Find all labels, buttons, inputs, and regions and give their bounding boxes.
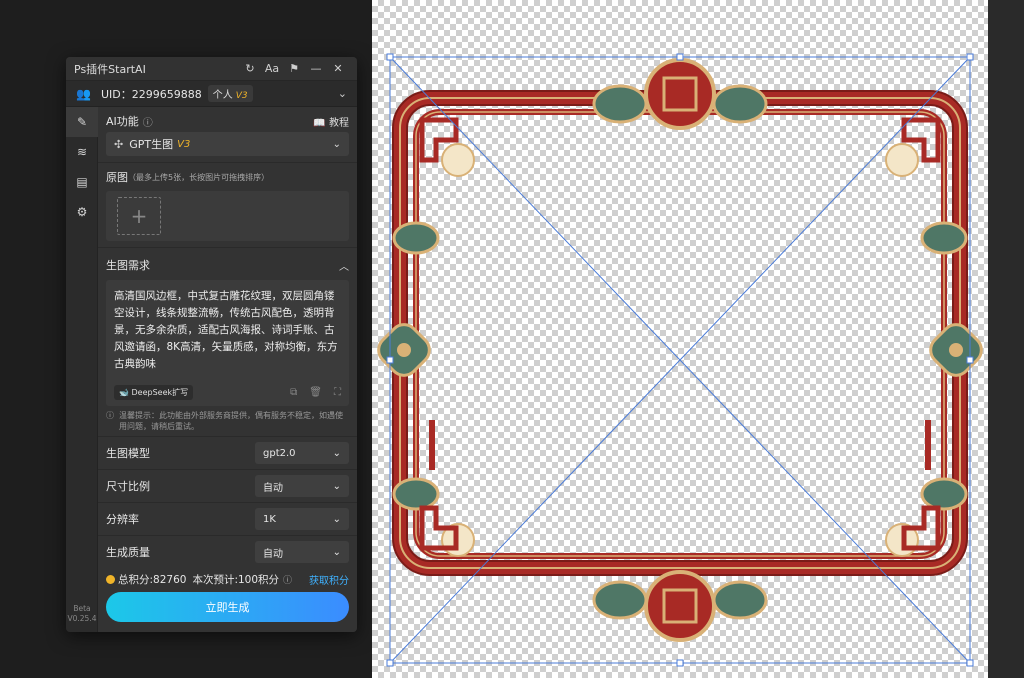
chevron-down-icon: ⌄ — [332, 138, 341, 150]
setting-value: 自动 — [263, 482, 283, 494]
canvas-right-gutter — [988, 0, 1024, 678]
setting-value: 1K — [263, 513, 276, 525]
resolution-select[interactable]: 1K ⌄ — [255, 508, 349, 530]
chevron-down-icon: ⌄ — [332, 447, 341, 459]
user-id: UID：2299659888 — [100, 87, 202, 101]
plan-tier: V3 — [235, 91, 248, 101]
layers-icon[interactable]: ≋ — [66, 137, 98, 167]
chevron-down-icon: ⌄ — [332, 480, 341, 492]
upload-plus-button[interactable]: + — [117, 197, 161, 235]
warning-tip: ⓘ 温馨提示：此功能由外部服务商提供，偶有服务不稳定，如遇使用问题，请稍后重试。 — [98, 406, 357, 436]
history-icon[interactable]: ⧉ — [290, 387, 297, 398]
setting-row-quality: 生成质量 自动 ⌄ — [98, 535, 357, 568]
panel-content: AI功能 ⓘ 📖 教程 ✣ GPT生图 V3 ⌄ 原图 （最多上传5张，长按图片… — [98, 107, 357, 632]
canvas-area[interactable] — [372, 0, 988, 678]
chevron-down-icon[interactable]: ⌄ — [338, 87, 347, 100]
get-points-link[interactable]: 获取积分 — [309, 572, 349, 587]
setting-value: 自动 — [263, 548, 283, 560]
prompt-label: 生图需求 — [106, 259, 150, 272]
setting-label: 生图模型 — [106, 447, 150, 460]
prompt-textarea[interactable]: 高清国风边框，中式复古雕花纹理，双层圆角镂空设计，线条规整流畅，传统古风配色，透… — [106, 280, 349, 406]
generate-button[interactable]: 立即生成 — [106, 592, 349, 622]
points-bar: 总积分:82760 本次预计:100积分 ⓘ 获取积分 — [98, 568, 357, 590]
plan-name: 个人 — [212, 90, 233, 101]
version-beta: Beta — [73, 604, 91, 613]
aspect-ratio-select[interactable]: 自动 ⌄ — [255, 475, 349, 497]
startai-plugin-panel: Ps插件StartAI ↻ Aa ⚑ — ✕ 👥 UID：2299659888 … — [66, 57, 357, 632]
setting-row-model: 生图模型 gpt2.0 ⌄ — [98, 436, 357, 469]
coin-icon — [106, 574, 115, 584]
setting-label: 生成质量 — [106, 546, 150, 559]
plan-badge: 个人 V3 — [207, 85, 253, 102]
chevron-down-icon: ⌄ — [332, 546, 341, 558]
settings-gear-icon[interactable]: ⚙ — [66, 197, 98, 227]
panel-titlebar: Ps插件StartAI ↻ Aa ⚑ — ✕ — [66, 57, 357, 81]
points-total: 总积分:82760 — [118, 573, 187, 586]
deepseek-label: DeepSeek扩写 — [131, 388, 189, 397]
prompt-toolbar: 🐋 DeepSeek扩写 ⧉ 🗑 ⛶ — [114, 385, 341, 400]
version-label: Beta V0.25.4 — [66, 604, 98, 624]
quality-select[interactable]: 自动 ⌄ — [255, 541, 349, 563]
chevron-up-icon[interactable]: ︿ — [339, 258, 349, 273]
expand-icon[interactable]: ⛶ — [334, 387, 341, 398]
side-rail: ✎ ≋ ▤ ⚙ Beta V0.25.4 — [66, 107, 98, 632]
pin-icon[interactable]: ⚑ — [283, 62, 305, 75]
divider — [98, 247, 357, 248]
image-upload-area: + — [106, 191, 349, 241]
info-icon[interactable]: ⓘ — [143, 114, 153, 129]
source-hint: （最多上传5张，长按图片可拖拽排序） — [128, 172, 270, 182]
panel-title: Ps插件StartAI — [74, 62, 146, 76]
setting-label: 尺寸比例 — [106, 480, 150, 493]
prompt-text: 高清国风边框，中式复古雕花纹理，双层圆角镂空设计，线条规整流畅，传统古风配色，透… — [114, 290, 338, 370]
ai-function-select[interactable]: ✣ GPT生图 V3 ⌄ — [106, 132, 349, 156]
chevron-down-icon: ⌄ — [332, 513, 341, 525]
points-estimate: 本次预计:100积分 — [192, 573, 280, 586]
user-bar[interactable]: 👥 UID：2299659888 个人 V3 ⌄ — [66, 81, 357, 107]
deepseek-expand-button[interactable]: 🐋 DeepSeek扩写 — [114, 385, 194, 400]
version-number: V0.25.4 — [67, 614, 97, 623]
prompt-header[interactable]: 生图需求 ︿ — [98, 254, 357, 276]
info-circle-icon: ⓘ — [106, 411, 114, 420]
minimize-icon[interactable]: — — [305, 62, 327, 75]
ai-function-header: AI功能 ⓘ 📖 教程 — [98, 110, 357, 132]
setting-value: gpt2.0 — [263, 447, 296, 459]
info-icon[interactable]: ⓘ — [283, 573, 292, 586]
document-icon[interactable]: ▤ — [66, 167, 98, 197]
setting-row-aspect: 尺寸比例 自动 ⌄ — [98, 469, 357, 502]
close-icon[interactable]: ✕ — [327, 62, 349, 75]
model-select[interactable]: gpt2.0 ⌄ — [255, 442, 349, 464]
font-size-icon[interactable]: Aa — [261, 62, 283, 75]
tip-text: 温馨提示：此功能由外部服务商提供，偶有服务不稳定，如遇使用问题，请稍后重试。 — [119, 411, 343, 431]
setting-row-resolution: 分辨率 1K ⌄ — [98, 502, 357, 535]
ai-function-tier: V3 — [177, 138, 191, 150]
divider — [98, 162, 357, 163]
brush-icon[interactable]: ✎ — [66, 107, 98, 137]
tutorial-link[interactable]: 📖 教程 — [313, 114, 349, 129]
trash-icon[interactable]: 🗑 — [309, 387, 322, 398]
users-icon: 👥 — [76, 86, 91, 101]
gpt-icon: ✣ — [114, 137, 124, 151]
source-label: 原图 — [106, 171, 128, 184]
tutorial-label: 教程 — [329, 117, 349, 129]
refresh-icon[interactable]: ↻ — [239, 62, 261, 75]
ai-function-label: AI功能 — [106, 115, 139, 128]
ornamental-frame-artwork — [377, 53, 983, 667]
source-header: 原图 （最多上传5张，长按图片可拖拽排序） — [98, 169, 357, 185]
ai-function-value: GPT生图 — [129, 138, 174, 151]
setting-label: 分辨率 — [106, 513, 139, 526]
